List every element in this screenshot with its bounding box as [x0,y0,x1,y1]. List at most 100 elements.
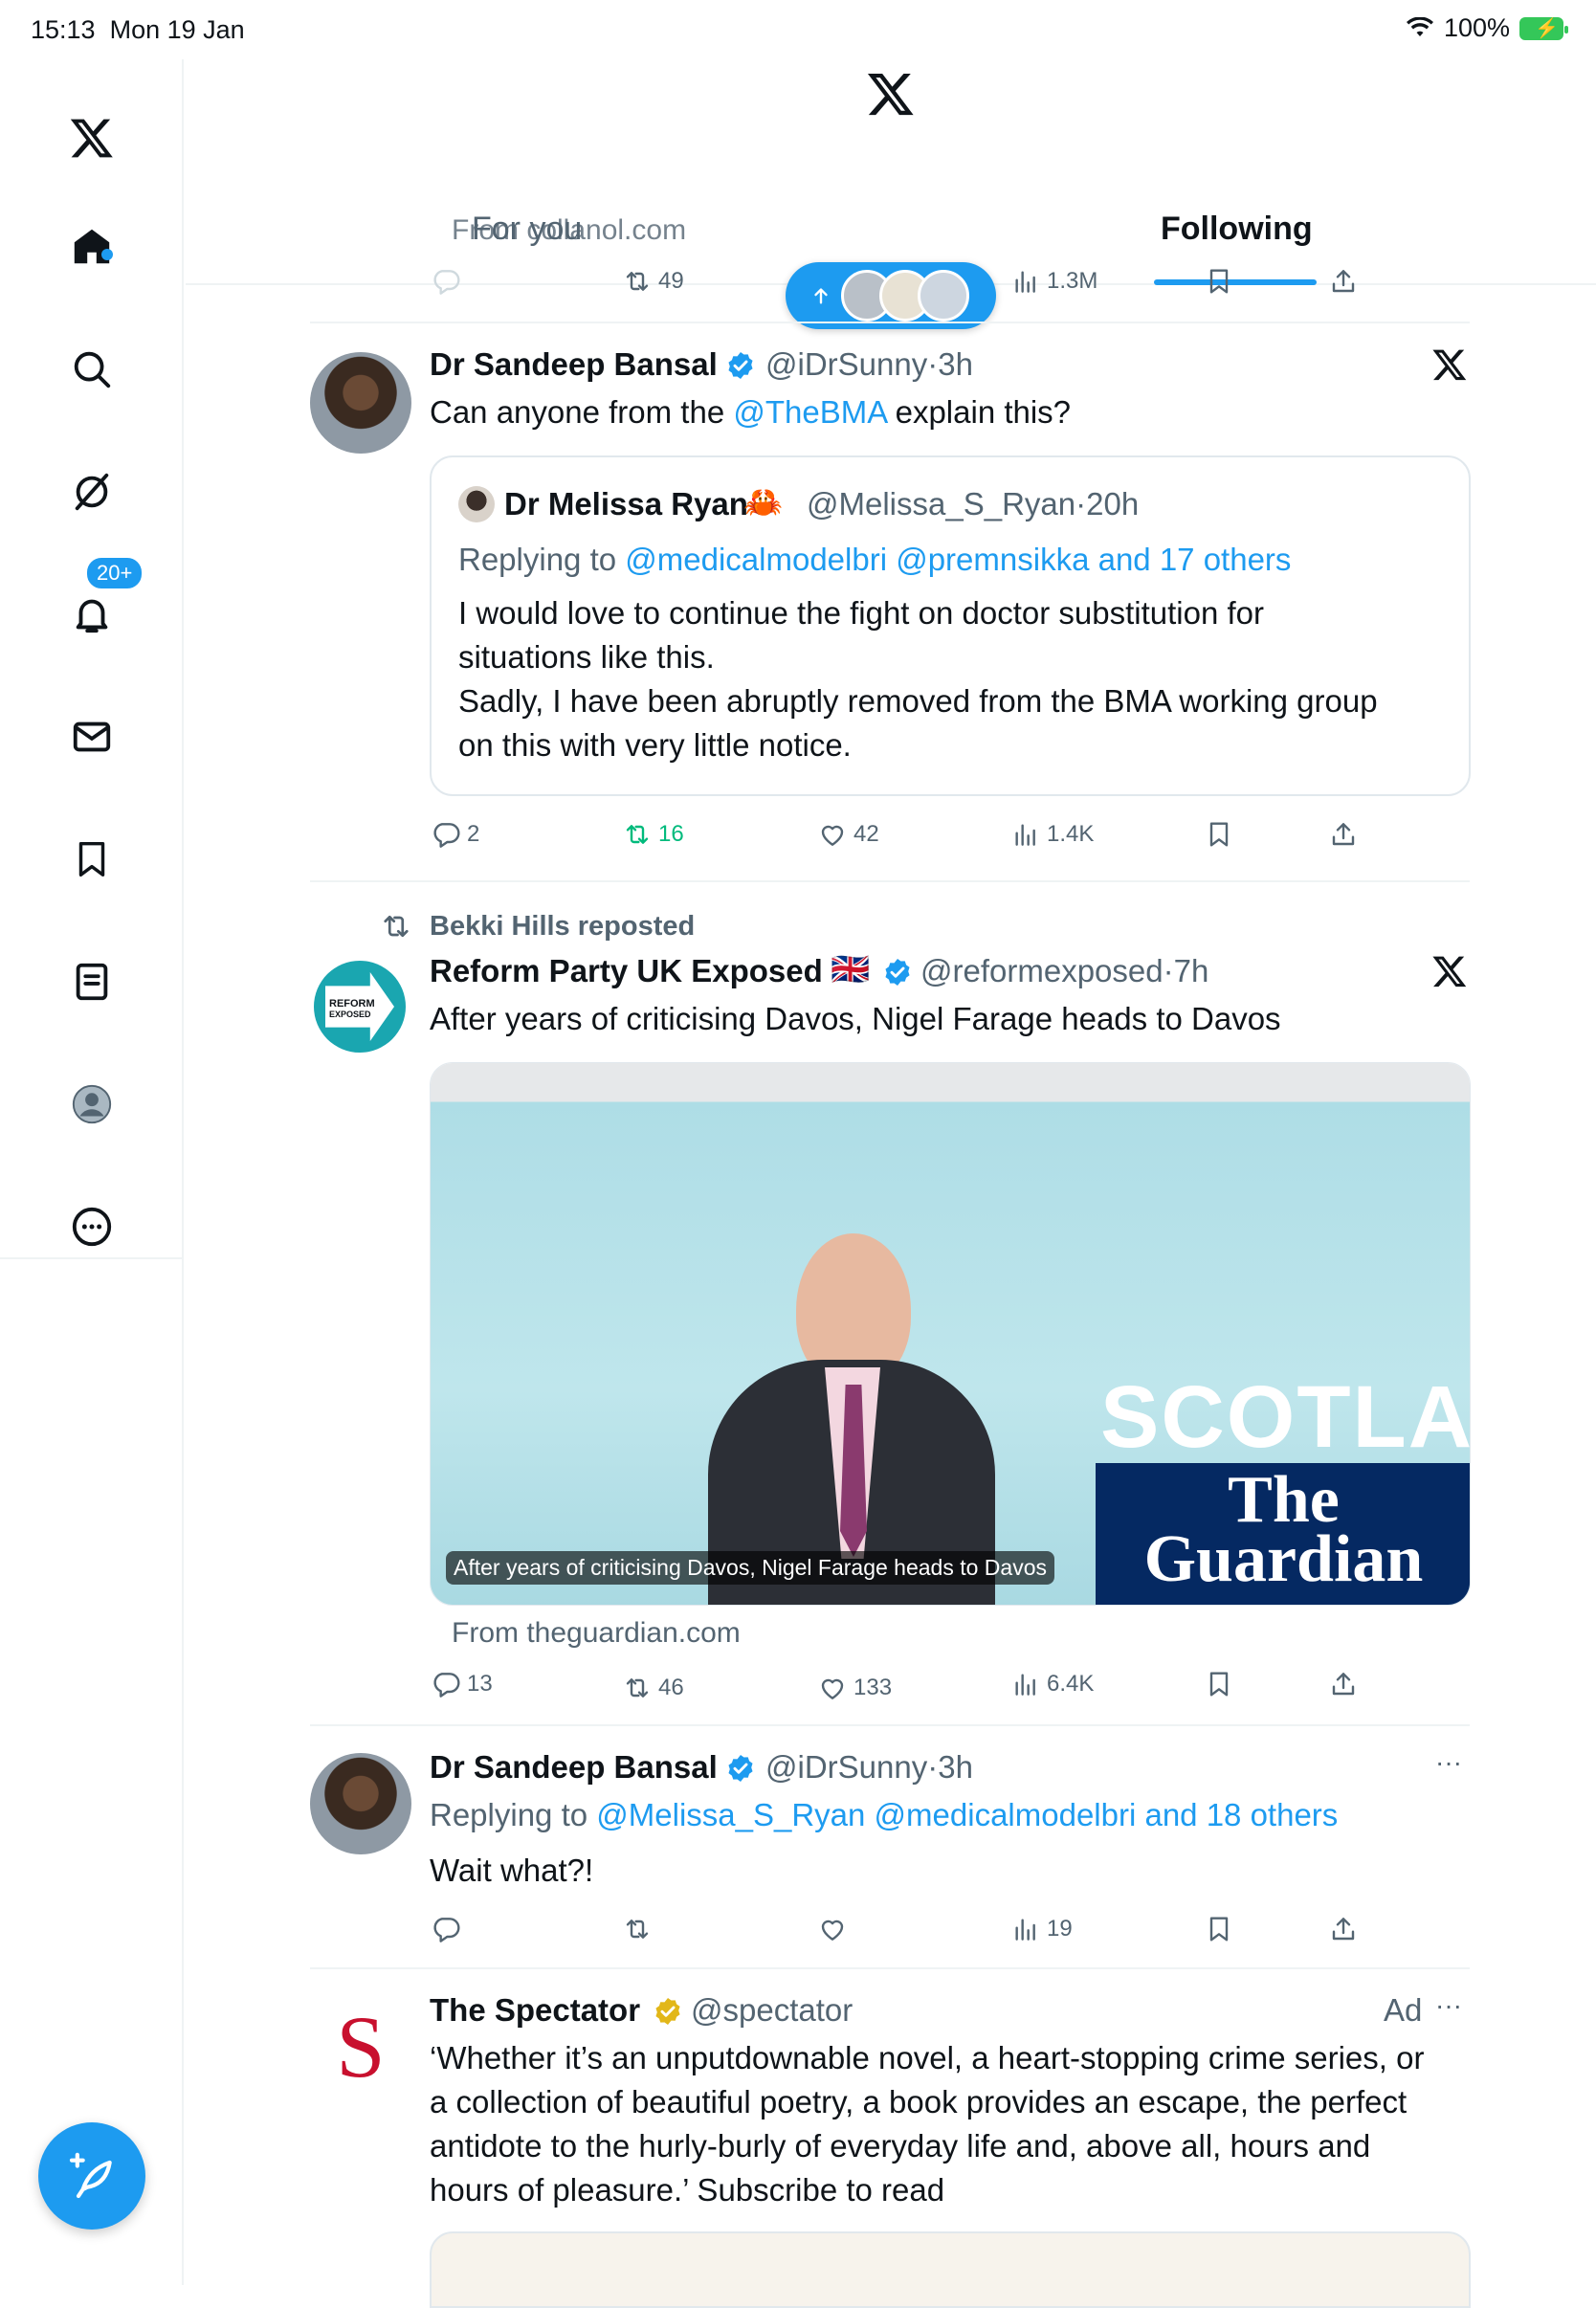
verified-badge-icon [882,957,913,988]
author-name[interactable]: Dr Sandeep Bansal [430,1749,718,1786]
share-button[interactable] [1328,266,1359,297]
heart-icon [817,819,848,850]
views-button[interactable]: 1.3M [1010,266,1097,297]
tweet-time[interactable]: 7h [1174,953,1209,988]
messages-icon[interactable] [61,706,122,767]
author-handle[interactable]: @reformexposed [920,953,1164,988]
avatar[interactable] [458,486,495,522]
heart-icon [817,1673,848,1703]
reply-button[interactable] [431,266,461,297]
mention-link[interactable]: @TheBMA [733,394,886,430]
notifications-badge: 20+ [84,555,145,591]
text-line: Sadly, I have been abruptly removed from… [458,683,1378,719]
avatar[interactable] [310,1753,411,1854]
avatar[interactable] [310,352,411,454]
quote-handle[interactable]: @Melissa_S_Ryan [807,486,1075,522]
lists-icon[interactable] [61,951,122,1012]
bookmark-button[interactable] [1204,1669,1234,1699]
retweet-icon [622,1673,653,1703]
x-logo-icon[interactable] [866,69,916,119]
text-line: I would love to continue the fight on do… [458,595,1265,631]
notifications-icon[interactable] [61,584,122,645]
bookmark-icon [1204,1914,1234,1944]
tweet-text-part: explain this? [886,394,1072,430]
views-button[interactable]: 1.4K [1010,819,1094,850]
tweet-divider [310,1724,1470,1726]
new-posts-pill[interactable] [786,262,996,329]
bookmark-button[interactable] [1204,1914,1234,1944]
retweet-button[interactable]: 16 [622,819,684,850]
crab-emoji: 🦀 [743,484,784,520]
x-logo-icon[interactable] [61,107,122,168]
views-button[interactable]: 6.4K [1010,1669,1094,1699]
share-icon [1328,266,1359,297]
like-button[interactable]: 42 [817,819,879,850]
repost-label[interactable]: Bekki Hills reposted [430,911,695,943]
reply-button[interactable]: 13 [431,1669,493,1699]
link-card-image[interactable]: SCOTLAN TheGuardian After years of criti… [430,1062,1471,1606]
replying-to: Replying to @medicalmodelbri @premnsikka… [458,542,1291,578]
status-right: 100% ⚡ [1406,13,1568,43]
retweet-button[interactable]: 49 [622,266,684,297]
views-count: 1.4K [1047,821,1095,847]
quote-tweet[interactable]: Dr Melissa Ryan 🦀 @Melissa_S_Ryan·20h Re… [430,455,1471,796]
tweet-time[interactable]: 3h [938,1749,973,1785]
home-icon[interactable] [61,216,122,277]
bookmark-button[interactable] [1204,819,1234,850]
avatar[interactable]: S [310,1996,411,2097]
views-icon [1010,266,1041,297]
reply-icon [431,819,461,850]
tweet-text: Can anyone from the @TheBMA explain this… [430,394,1071,431]
x-icon[interactable] [1431,953,1468,989]
battery-icon: ⚡ [1519,16,1568,40]
tab-following[interactable]: Following [1161,211,1313,248]
retweet-button[interactable]: 46 [622,1673,684,1703]
replying-to-links[interactable]: @Melissa_S_Ryan @medicalmodelbri and 18 … [596,1797,1338,1832]
share-button[interactable] [1328,819,1359,850]
author-handle[interactable]: @iDrSunny [765,346,927,382]
grok-icon[interactable] [61,461,122,522]
like-button[interactable] [817,1914,848,1944]
quote-text: I would love to continue the fight on do… [458,591,1378,767]
search-icon[interactable] [61,339,122,400]
link-source[interactable]: From collanol.com [452,214,686,247]
like-count: 133 [853,1675,893,1700]
profile-icon[interactable] [61,1074,122,1135]
x-icon[interactable] [1431,346,1468,383]
avatar-text: REFORM EXPOSED [329,999,375,1020]
bookmark-icon [1204,266,1234,297]
avatar[interactable]: REFORM EXPOSED [314,961,406,1053]
reply-button[interactable]: 2 [431,819,479,850]
share-button[interactable] [1328,1914,1359,1944]
quote-time[interactable]: 20h [1086,486,1139,522]
link-source[interactable]: From theguardian.com [452,1617,741,1650]
more-options-icon[interactable]: ··· [1435,1747,1462,1778]
dot-separator: · [927,346,939,382]
reply-button[interactable] [431,1914,461,1944]
views-button[interactable]: 19 [1010,1914,1073,1944]
sidebar-divider [0,1257,184,1259]
uk-flag-emoji: 🇬🇧 [831,951,871,987]
wifi-icon [1406,16,1433,36]
author-name[interactable]: Dr Sandeep Bansal [430,346,718,383]
views-icon [1010,1669,1041,1699]
replying-label: Replying to [430,1797,597,1832]
like-button[interactable]: 133 [817,1673,892,1703]
ad-media-card[interactable] [430,2231,1471,2308]
more-options-icon[interactable]: ··· [1435,1990,1462,2021]
author-handle[interactable]: @spectator [691,1992,853,2029]
share-button[interactable] [1328,1669,1359,1699]
author-handle[interactable]: @iDrSunny [765,1749,927,1785]
more-icon[interactable] [61,1196,122,1257]
replying-to-links[interactable]: @medicalmodelbri @premnsikka and 17 othe… [625,542,1291,577]
tweet-time[interactable]: 3h [938,346,973,382]
author-name[interactable]: The Spectator [430,1992,640,2029]
author-name[interactable]: Reform Party UK Exposed [430,953,823,989]
bookmarks-icon[interactable] [61,829,122,890]
retweet-button[interactable] [622,1914,653,1944]
quote-author-name[interactable]: Dr Melissa Ryan [504,486,748,522]
verified-badge-icon [725,1753,756,1784]
bookmark-button[interactable] [1204,266,1234,297]
text-line: on this with very little notice. [458,727,852,763]
compose-button[interactable] [38,2122,145,2230]
